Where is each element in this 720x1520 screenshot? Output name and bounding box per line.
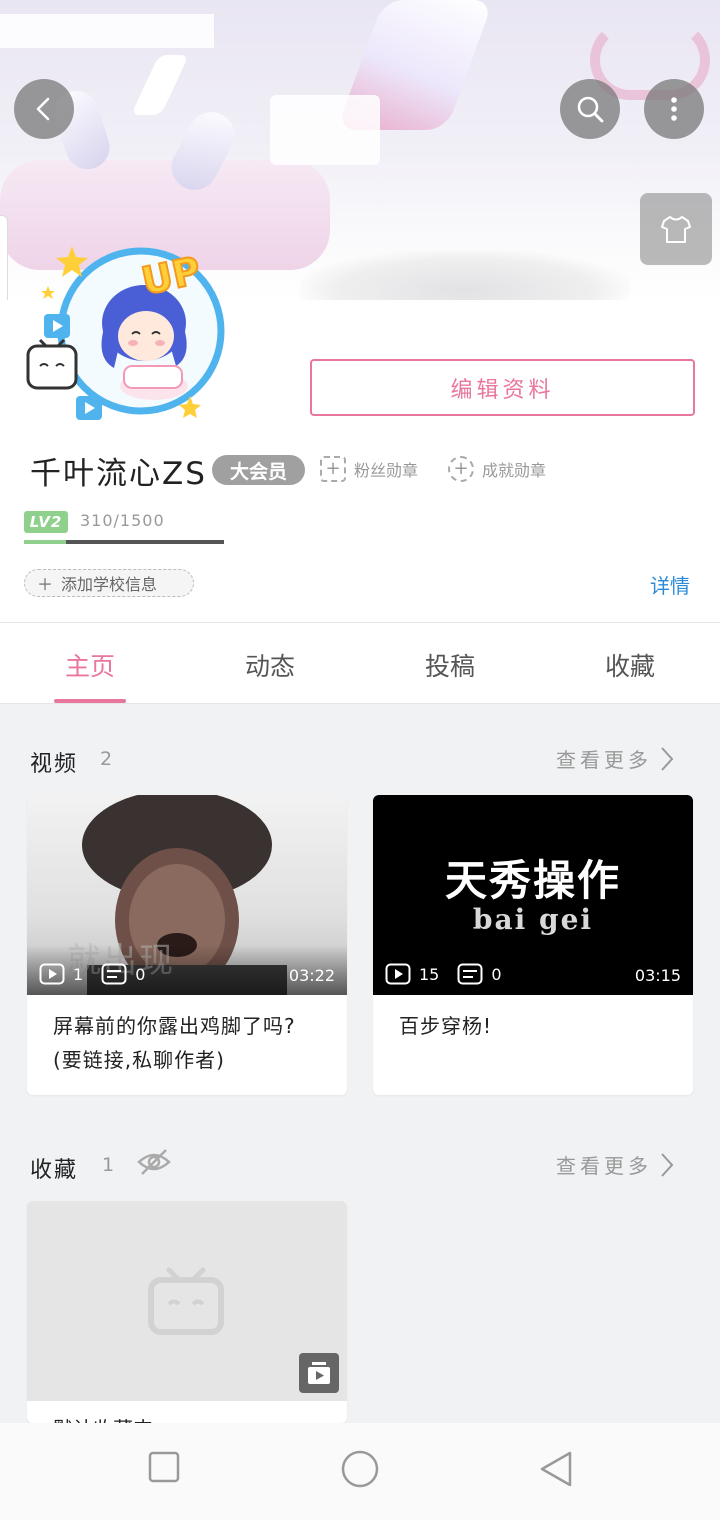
achievement-medal-button[interactable]: + 成就勋章 — [448, 456, 546, 482]
fan-medal-label: 粉丝勋章 — [354, 461, 419, 480]
video-card[interactable]: 就出现 1 0 03:22 屏幕前的你露出鸡脚了吗?(要链接,私聊作者) — [27, 795, 347, 1095]
avatar[interactable]: UP — [26, 228, 236, 423]
favorites-see-more[interactable]: 查看更多 — [556, 1150, 676, 1179]
exp-progress-fill — [24, 540, 66, 544]
videos-count: 2 — [100, 748, 113, 770]
back-arrow-icon — [36, 97, 50, 121]
add-medal-icon: + — [320, 456, 346, 482]
banner-decoration — [270, 95, 380, 165]
banner-decoration — [131, 55, 189, 115]
danmaku-count: 0 — [135, 964, 146, 984]
vip-badge[interactable]: 大会员 — [212, 455, 305, 485]
active-tab-indicator — [54, 699, 126, 703]
detail-link[interactable]: 详情 — [650, 570, 690, 599]
back-triangle-icon[interactable] — [538, 1450, 574, 1488]
video-title: 屏幕前的你露出鸡脚了吗?(要链接,私聊作者) — [53, 1014, 296, 1072]
search-icon — [577, 96, 604, 123]
thumbnail-caption: 天秀操作 — [444, 856, 621, 905]
favorite-folder-title: 默认收藏夹 — [27, 1401, 347, 1423]
eye-off-icon[interactable] — [136, 1148, 172, 1176]
chevron-right-icon — [661, 746, 674, 771]
status-bar-area — [0, 14, 214, 48]
add-school-button[interactable]: ＋ 添加学校信息 — [24, 569, 194, 597]
favorite-folder-cover — [27, 1201, 347, 1401]
more-vertical-icon — [671, 97, 677, 121]
banner-decoration — [300, 250, 630, 300]
home-icon[interactable] — [340, 1449, 380, 1489]
t-shirt-icon — [661, 216, 691, 243]
video-thumbnail: 天秀操作 bai gei 15 0 03:15 — [373, 795, 693, 995]
favorites-section-title: 收藏 — [30, 1158, 79, 1183]
danmaku-count: 0 — [491, 964, 502, 984]
username: 千叶流心ZS — [30, 456, 207, 492]
folder-badge — [299, 1353, 339, 1393]
danmaku-count-icon — [457, 963, 483, 985]
video-duration: 03:22 — [288, 966, 335, 985]
play-count: 1 — [73, 964, 84, 984]
video-title: 百步穿杨! — [399, 1014, 493, 1038]
achievement-medal-label: 成就勋章 — [482, 461, 547, 480]
back-button[interactable] — [14, 79, 74, 139]
chevron-right-icon — [661, 1152, 674, 1177]
see-more-label: 查看更多 — [556, 1154, 652, 1178]
level-badge[interactable]: LV2 — [24, 511, 68, 533]
fan-medal-button[interactable]: + 粉丝勋章 — [320, 456, 418, 482]
video-stats: 15 0 — [385, 963, 502, 985]
video-card[interactable]: 天秀操作 bai gei 15 0 03:15 百步穿杨! — [373, 795, 693, 1095]
dress-up-button[interactable] — [640, 193, 712, 265]
search-button[interactable] — [560, 79, 620, 139]
thumbnail-subcaption: bai gei — [472, 903, 594, 936]
videos-see-more[interactable]: 查看更多 — [556, 744, 676, 773]
play-count: 15 — [419, 964, 440, 984]
recent-apps-icon[interactable] — [148, 1451, 180, 1483]
bilibili-tv-placeholder-icon — [148, 1267, 224, 1335]
profile-tabs: 主页 动态 投稿 收藏 — [0, 622, 720, 704]
video-thumbnail: 就出现 1 0 03:22 — [27, 795, 347, 995]
favorites-count: 1 — [102, 1154, 115, 1176]
play-count-icon — [385, 963, 411, 985]
tab-dynamics[interactable]: 动态 — [210, 647, 330, 683]
system-navigation-bar — [0, 1423, 720, 1520]
playlist-icon — [308, 1362, 330, 1384]
tab-home[interactable]: 主页 — [30, 647, 150, 683]
edit-profile-button[interactable]: 编辑资料 — [310, 359, 695, 416]
videos-section-title: 视频 — [30, 752, 79, 777]
plus-icon: ＋ — [37, 575, 54, 594]
video-stats: 1 0 — [39, 963, 145, 985]
add-school-label: 添加学校信息 — [61, 575, 158, 594]
exp-progress-bar — [24, 540, 224, 544]
bilibili-tv-icon — [26, 344, 78, 390]
more-options-button[interactable] — [644, 79, 704, 139]
add-achievement-icon: + — [448, 456, 474, 482]
play-count-icon — [39, 963, 65, 985]
exp-progress-text: 310/1500 — [80, 511, 165, 530]
tab-submissions[interactable]: 投稿 — [390, 647, 510, 683]
tab-favorites[interactable]: 收藏 — [570, 647, 690, 683]
video-duration: 03:15 — [634, 966, 681, 985]
danmaku-count-icon — [101, 963, 127, 985]
see-more-label: 查看更多 — [556, 748, 652, 772]
favorite-folder-card[interactable]: 默认收藏夹 — [27, 1201, 347, 1423]
